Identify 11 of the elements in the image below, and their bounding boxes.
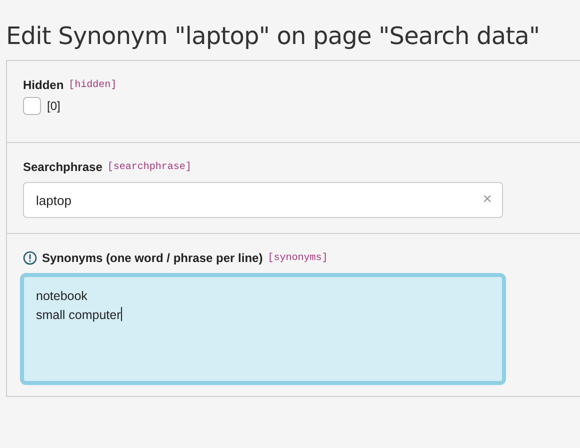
field-label: Synonyms (one word / phrase per line) [42, 251, 263, 265]
field-key: [searchphrase] [107, 162, 192, 172]
checkbox[interactable] [23, 97, 41, 115]
field-key: [synonyms] [268, 252, 328, 264]
checkbox-label: [0] [47, 99, 60, 113]
field-label: Searchphrase [23, 160, 102, 174]
field-label: Hidden [23, 78, 64, 92]
input-field[interactable]: laptop × [23, 182, 503, 218]
field-key: [hidden] [68, 80, 117, 90]
textarea-field[interactable]: notebook small computer [20, 273, 506, 385]
page-title: Edit Synonym "laptop" on page "Search data" [6, 22, 541, 50]
